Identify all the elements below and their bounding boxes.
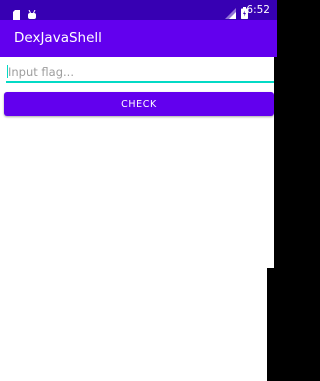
status-bar: 6:52 xyxy=(0,0,277,20)
status-time: 6:52 xyxy=(246,4,270,16)
app-title: DexJavaShell xyxy=(14,30,102,46)
app-screen: 6:52 DexJavaShell CHECK xyxy=(0,0,277,381)
flag-input[interactable] xyxy=(6,62,274,83)
text-cursor xyxy=(7,65,8,78)
check-button[interactable]: CHECK xyxy=(4,92,274,116)
main-content-lower xyxy=(0,268,267,381)
app-bar: DexJavaShell xyxy=(0,20,277,57)
main-content: CHECK xyxy=(0,57,274,268)
